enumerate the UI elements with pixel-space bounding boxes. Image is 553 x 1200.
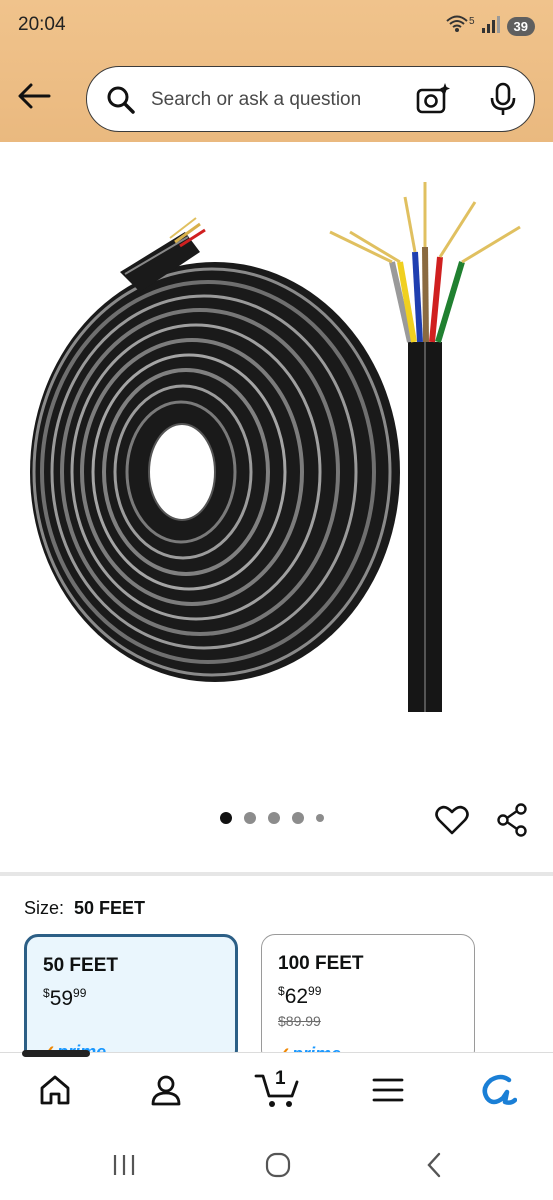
pagination-dot[interactable] — [292, 812, 304, 824]
active-tab-indicator — [22, 1050, 90, 1057]
cart-icon[interactable]: 1 — [252, 1068, 304, 1112]
signal-strength-label: 5 — [468, 16, 475, 27]
search-icon — [107, 86, 135, 114]
pagination-dot[interactable] — [244, 812, 256, 824]
status-time: 20:04 — [18, 14, 66, 35]
back-nav-icon[interactable] — [414, 1148, 454, 1182]
recent-apps-icon[interactable] — [104, 1148, 144, 1182]
camera-sparkle-icon[interactable] — [415, 81, 451, 117]
product-image[interactable] — [0, 142, 553, 782]
size-option-price: $6299 — [278, 984, 322, 1008]
header: 20:04 5 39 — [0, 0, 553, 142]
size-selected-value: 50 FEET — [74, 898, 146, 918]
arrow-left-icon — [18, 83, 51, 109]
menu-icon[interactable] — [364, 1068, 412, 1112]
size-option-100-feet[interactable]: 100 FEET $6299 $89.99 ✓prime — [261, 934, 475, 1064]
cart-count: 1 — [275, 1068, 286, 1089]
size-option-50-feet[interactable]: 50 FEET $5999 ✓prime — [24, 934, 238, 1064]
cable-coil-image — [30, 217, 400, 682]
section-divider — [0, 872, 553, 876]
search-bar[interactable] — [86, 66, 535, 132]
size-option-title: 50 FEET — [43, 955, 118, 976]
heart-icon[interactable] — [434, 802, 470, 838]
size-option-title: 100 FEET — [278, 953, 364, 974]
back-button[interactable] — [16, 80, 52, 112]
product-page: 20:04 5 39 Search or ask a question Size… — [0, 0, 553, 1200]
account-icon[interactable] — [142, 1068, 190, 1112]
home-button-icon[interactable] — [258, 1148, 298, 1182]
rufus-icon[interactable] — [474, 1068, 522, 1112]
search-input[interactable] — [151, 86, 381, 114]
signal-icon — [481, 15, 501, 38]
battery-badge: 39 — [506, 17, 535, 36]
microphone-icon[interactable] — [485, 81, 521, 117]
size-selector-label: Size: 50 FEET — [24, 898, 145, 919]
size-label: Size: — [24, 898, 65, 918]
status-bar: 20:04 5 39 — [0, 0, 553, 52]
wifi-icon — [445, 14, 469, 39]
size-option-list-price: $89.99 — [278, 1013, 321, 1029]
pagination-dot[interactable] — [268, 812, 280, 824]
home-icon[interactable] — [31, 1068, 79, 1112]
share-icon[interactable] — [494, 802, 530, 838]
status-icons: 5 39 — [445, 14, 535, 39]
image-pagination-dots[interactable] — [220, 812, 324, 824]
pagination-dot[interactable] — [316, 814, 324, 822]
pagination-dot[interactable] — [220, 812, 232, 824]
size-option-price: $5999 — [43, 986, 87, 1010]
